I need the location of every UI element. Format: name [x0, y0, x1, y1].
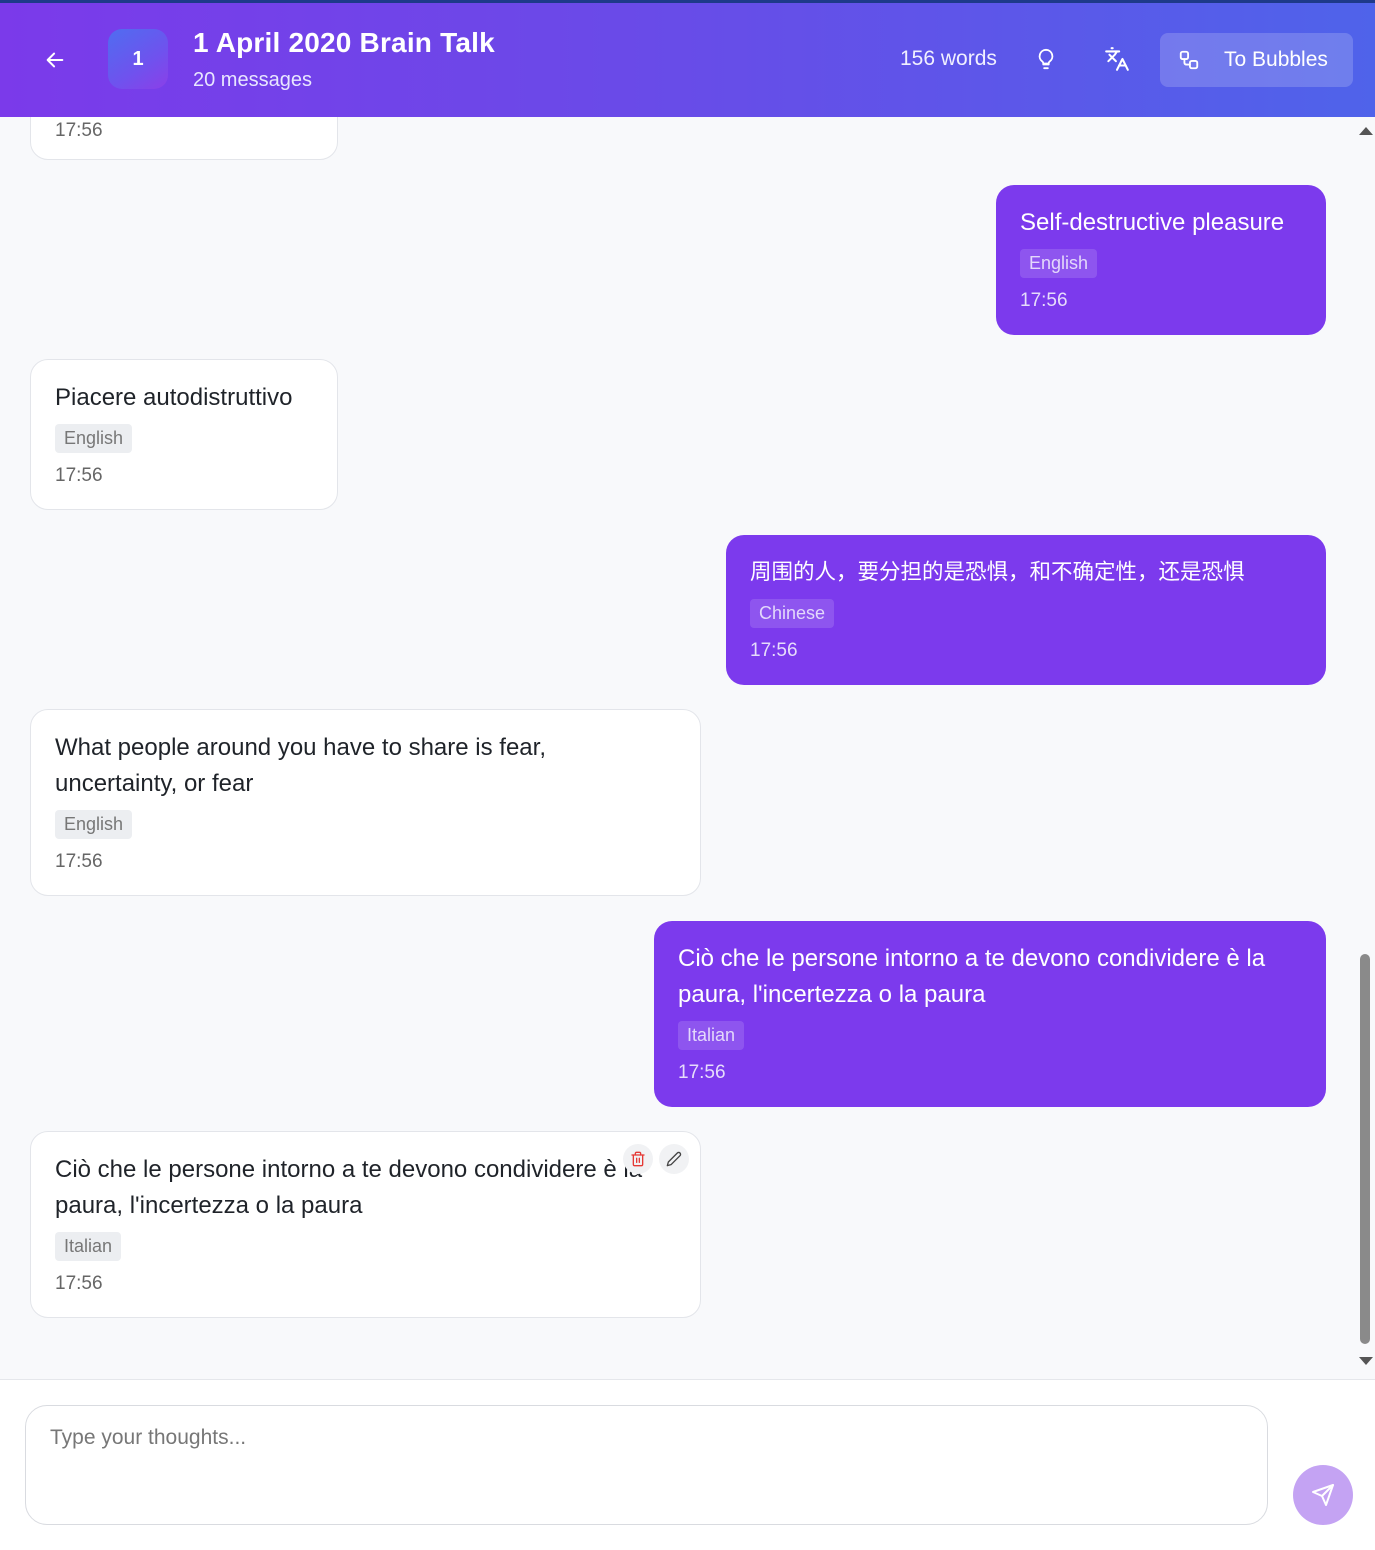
message-text: What people around you have to share is … [55, 734, 546, 797]
language-tag: Italian [678, 1021, 745, 1050]
to-bubbles-button[interactable]: To Bubbles [1160, 33, 1353, 87]
message-time: 17:56 [750, 640, 798, 661]
trash-icon [631, 1151, 645, 1167]
to-bubbles-label: To Bubbles [1224, 48, 1328, 71]
insights-button[interactable] [1028, 41, 1064, 77]
message-time: 17:56 [55, 120, 103, 141]
language-tag: English [1020, 249, 1098, 278]
message-time: 17:56 [55, 1273, 103, 1294]
message-bubble[interactable]: Piacere autodistruttivo English 17:56 [30, 359, 338, 510]
lightbulb-icon [1038, 48, 1054, 70]
message-time: 17:56 [678, 1062, 726, 1083]
composer [0, 1379, 1375, 1550]
message-input[interactable] [25, 1405, 1268, 1525]
message-list[interactable]: 17:56 Self-destructive pleasure English … [0, 117, 1356, 1379]
edit-message-button[interactable] [659, 1144, 689, 1174]
back-button[interactable] [38, 43, 72, 77]
back-arrow-icon [46, 52, 64, 68]
message-text: Self-destructive pleasure [1020, 209, 1285, 236]
conversation-avatar: 1 [108, 29, 168, 89]
translate-button[interactable] [1099, 41, 1135, 77]
message-bubble[interactable]: Self-destructive pleasure English 17:56 [996, 185, 1326, 335]
message-bubble[interactable]: Ciò che le persone intorno a te devono c… [30, 1131, 701, 1318]
word-count: 156 words [900, 47, 997, 70]
delete-message-button[interactable] [623, 1144, 653, 1174]
chat-header: 1 1 April 2020 Brain Talk 20 messages 15… [0, 0, 1375, 117]
bubbles-icon [1179, 50, 1199, 70]
message-bubble[interactable]: Ciò che le persone intorno a te devono c… [654, 921, 1326, 1107]
message-text: Ciò che le persone intorno a te devono c… [55, 1156, 643, 1219]
translate-icon [1105, 47, 1129, 71]
message-actions [623, 1144, 689, 1174]
scroll-down-arrow-icon[interactable] [1359, 1357, 1373, 1365]
pencil-icon [666, 1151, 682, 1167]
language-tag: Italian [55, 1232, 122, 1261]
scrollbar-thumb[interactable] [1360, 954, 1370, 1344]
message-bubble[interactable]: 17:56 [30, 117, 338, 160]
message-time: 17:56 [55, 851, 103, 872]
language-tag: Chinese [750, 599, 835, 628]
scroll-up-arrow-icon[interactable] [1359, 127, 1373, 135]
message-text: 周围的人，要分担的是恐惧，和不确定性，还是恐惧 [750, 560, 1245, 585]
message-time: 17:56 [1020, 290, 1068, 311]
conversation-title: 1 April 2020 Brain Talk [193, 27, 495, 58]
message-text: Ciò che le persone intorno a te devono c… [678, 945, 1266, 1008]
send-icon [1312, 1484, 1334, 1506]
message-count: 20 messages [193, 69, 312, 91]
message-scrollbar[interactable] [1356, 117, 1375, 1379]
language-tag: English [55, 424, 133, 453]
message-text: Piacere autodistruttivo [55, 384, 293, 411]
message-bubble[interactable]: 周围的人，要分担的是恐惧，和不确定性，还是恐惧 Chinese 17:56 [726, 535, 1326, 685]
message-time: 17:56 [55, 465, 103, 486]
send-button[interactable] [1293, 1465, 1353, 1525]
message-bubble[interactable]: What people around you have to share is … [30, 709, 701, 896]
language-tag: English [55, 810, 133, 839]
